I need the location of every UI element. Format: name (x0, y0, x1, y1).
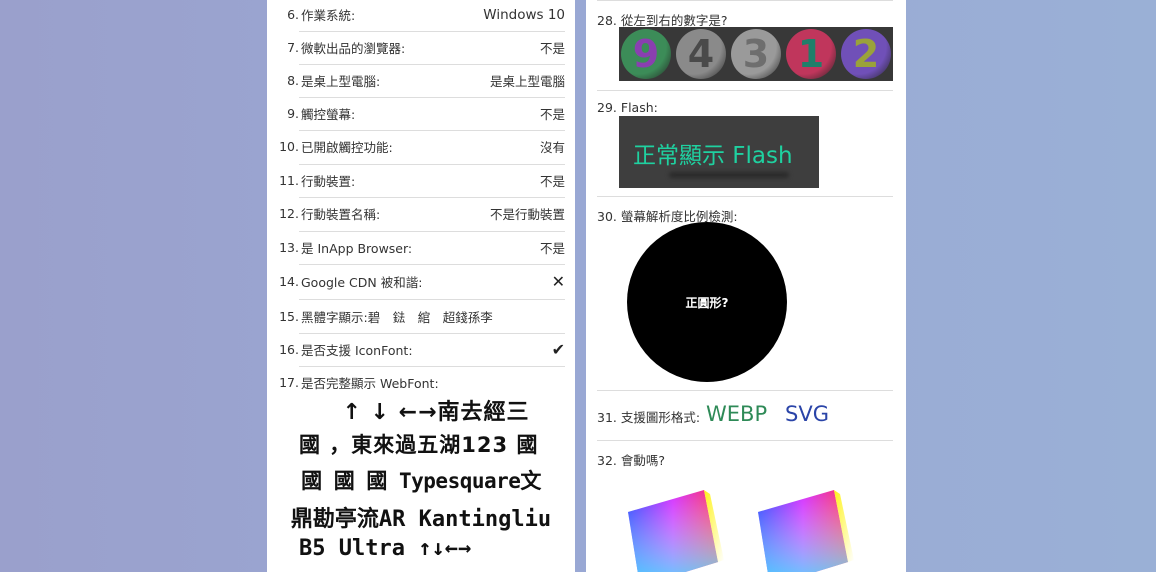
row-label: 觸控螢幕: (301, 107, 356, 122)
row-label: 作業系統: (301, 8, 356, 23)
info-row-touch-enabled: 10. 已開啟觸控功能: 沒有 (277, 130, 565, 163)
row-number: 12. (279, 206, 299, 221)
row-divider (597, 90, 893, 91)
question-text: 支援圖形格式: (620, 410, 701, 425)
ishihara-plate: 1 (786, 29, 836, 79)
flash-reflection (669, 172, 789, 178)
plate-digit: 4 (687, 32, 715, 76)
flash-status-text: 正常顯示 Flash (633, 143, 793, 169)
row-value: 不是 (539, 41, 565, 56)
ishihara-plate: 9 (621, 29, 671, 79)
question-32-label: 32. 會動嗎? (597, 450, 665, 469)
info-row-mobile-device-name: 12. 行動裝置名稱: 不是行動裝置 (277, 197, 565, 230)
format-svg: SVG (785, 402, 829, 426)
row-label: 是 InApp Browser: (301, 241, 413, 256)
question-number: 29. (597, 100, 617, 115)
question-number: 28. (597, 13, 617, 28)
row-number: 16. (279, 342, 299, 357)
format-webp: WEBP (706, 402, 768, 426)
webfont-sample-line: ↑ ↓ ←→南去經三 (342, 400, 530, 425)
question-text: 從左到右的數字是? (620, 13, 728, 28)
info-row-iconfont: 16. 是否支援 IconFont: ✔ (277, 333, 565, 366)
row-number: 10. (279, 139, 299, 154)
question-text: Flash: (620, 100, 658, 115)
webfont-sample-line: B5 Ultra ↑↓←→ (299, 536, 472, 561)
ishihara-plate: 4 (676, 29, 726, 79)
browser-info-right-panel: 28. 從左到右的數字是? 9 4 3 1 2 29. Flash: 正常顯示 … (586, 0, 906, 572)
info-row-inapp-browser: 13. 是 InApp Browser: 不是 (277, 231, 565, 264)
flash-test-box: 正常顯示 Flash (619, 116, 819, 188)
row-label: Google CDN 被和諧: (301, 275, 423, 290)
plate-digit: 3 (742, 32, 770, 76)
webfont-sample-line: 國 國 國 Typesquare文 (301, 469, 541, 493)
animation-test-cube (758, 490, 854, 572)
row-label: 是桌上型電腦: (301, 74, 381, 89)
info-row-os: 6. 作業系統: Windows 10 (277, 0, 565, 31)
webfont-sample-line: 鼎勘亭流AR Kantingliu (290, 507, 552, 532)
circle-label: 正圓形? (685, 295, 729, 310)
row-label: 黑體字顯示:碧 鍅 綰 超錢孫李 (301, 310, 493, 325)
ishihara-plate: 3 (731, 29, 781, 79)
ishihara-plate: 2 (841, 29, 891, 79)
row-divider (597, 0, 893, 1)
row-label: 行動裝置名稱: (301, 207, 381, 222)
row-value: Windows 10 (483, 6, 565, 23)
row-label: 行動裝置: (301, 174, 356, 189)
aspect-ratio-test-circle: 正圓形? (627, 222, 787, 382)
row-number: 11. (279, 173, 299, 188)
row-number: 13. (279, 240, 299, 255)
row-number: 9. (287, 106, 299, 121)
check-icon: ✔ (551, 340, 565, 359)
info-row-desktop: 8. 是桌上型電腦: 是桌上型電腦 (277, 64, 565, 97)
question-number: 32. (597, 453, 617, 468)
row-number: 7. (287, 40, 299, 55)
question-text: 螢幕解析度比例檢測: (620, 209, 738, 224)
row-divider (597, 196, 893, 197)
browser-info-left-panel: 6. 作業系統: Windows 10 7. 微軟出品的瀏覽器: 不是 8. 是… (267, 0, 575, 572)
info-row-heiti-font: 15. 黑體字顯示:碧 鍅 綰 超錢孫李 (277, 300, 565, 333)
plate-digit: 1 (797, 32, 825, 76)
webfont-sample-line: 國 ，東來過五湖123 國 (299, 433, 539, 457)
plate-digit: 9 (632, 32, 660, 76)
row-label: 是否支援 IconFont: (301, 343, 413, 358)
row-number: 14. (279, 274, 299, 289)
row-value: 是桌上型電腦 (489, 74, 565, 89)
row-value: 不是 (539, 174, 565, 189)
info-row-touchscreen: 9. 觸控螢幕: 不是 (277, 97, 565, 130)
info-row-mobile-device: 11. 行動裝置: 不是 (277, 164, 565, 197)
close-icon: ✕ (551, 272, 565, 291)
plate-digit: 2 (852, 32, 880, 76)
row-value: 不是 (539, 107, 565, 122)
row-value: 沒有 (539, 140, 565, 155)
row-number: 17. (279, 375, 299, 390)
question-number: 30. (597, 209, 617, 224)
row-label: 已開啟觸控功能: (301, 140, 393, 155)
info-row-google-cdn: 14. Google CDN 被和諧: ✕ (277, 265, 565, 298)
info-row-microsoft-browser: 7. 微軟出品的瀏覽器: 不是 (277, 31, 565, 64)
row-number: 8. (287, 73, 299, 88)
row-value: 不是行動裝置 (489, 207, 565, 222)
row-value: 不是 (539, 241, 565, 256)
question-29-label: 29. Flash: (597, 100, 658, 115)
row-divider (597, 390, 893, 391)
animation-test-cube (628, 490, 724, 572)
question-text: 會動嗎? (620, 453, 666, 468)
row-label: 是否完整顯示 WebFont: (301, 376, 439, 391)
row-label: 微軟出品的瀏覽器: (301, 41, 406, 56)
row-divider (597, 440, 893, 441)
row-number: 15. (279, 309, 299, 324)
row-number: 6. (287, 7, 299, 22)
question-31-label: 31. 支援圖形格式: (597, 407, 700, 426)
question-number: 31. (597, 410, 617, 425)
color-blind-test-plates: 9 4 3 1 2 (619, 27, 893, 81)
